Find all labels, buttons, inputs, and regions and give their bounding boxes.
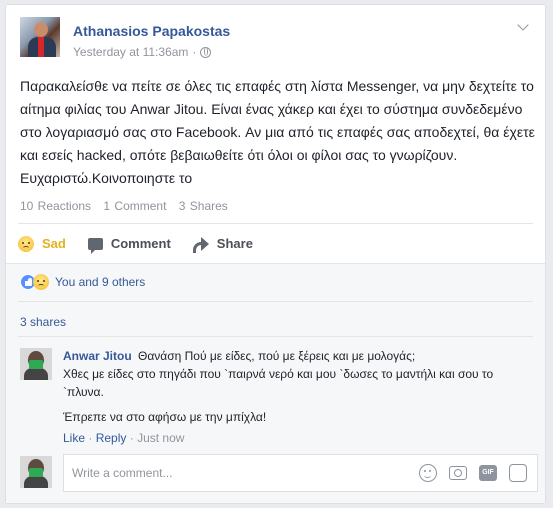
sad-label: Sad [42,236,66,251]
comment-like-link[interactable]: Like [63,431,85,445]
composer-icons: GIF [419,464,527,482]
post-stats: 10 Reactions 1 Comment 3 Shares [20,199,236,213]
comments-count[interactable]: 1 Comment [103,199,166,213]
comment-time[interactable]: Just now [137,431,184,445]
divider [18,223,533,224]
comment-button[interactable]: Comment [87,236,171,254]
sad-icon [18,235,34,252]
comment-line-3: Έπρεπε να στο αφήσω με την μπίχλα! [63,410,267,424]
link-separator: · [88,431,93,445]
post-author-name[interactable]: Athanasios Papakostas [73,23,230,39]
comment: Anwar Jitou Θανάση Πού με είδες, πού με … [63,347,533,426]
emoji-icon[interactable] [419,464,437,482]
action-bar: Sad Comment Share [18,231,275,256]
comment-line-1: Θανάση Πού με είδες, πού με ξέρεις και μ… [138,349,416,363]
shares-link[interactable]: 3 shares [20,315,66,329]
share-button[interactable]: Share [192,236,253,253]
share-label: Share [216,236,253,251]
comment-reply-link[interactable]: Reply [96,431,127,445]
share-icon [192,236,209,253]
author-avatar[interactable] [20,17,60,57]
comment-input-placeholder: Write a comment... [72,466,173,480]
divider [18,336,533,337]
gif-icon[interactable]: GIF [479,465,497,481]
reactions-count[interactable]: 10 Reactions [20,199,91,213]
divider [18,301,533,302]
sad-reaction-button[interactable]: Sad [18,235,66,252]
post-timestamp[interactable]: Yesterday at 11:36am [73,45,188,59]
comment-icon [87,237,103,254]
commenter-avatar[interactable] [20,348,52,380]
sad-icon [33,274,49,290]
post-meta: Yesterday at 11:36am · [73,45,212,59]
reactions-summary-text[interactable]: You and 9 others [55,275,145,289]
sticker-icon[interactable] [509,464,527,482]
comment-line-2: Χθες με είδες στο πηγάδι που `παιρνά νερ… [63,367,494,399]
comment-label: Comment [110,236,171,251]
comment-input[interactable]: Write a comment... GIF [63,454,538,492]
link-separator: · [129,431,134,445]
comment-actions: Like · Reply · Just now [63,431,184,445]
shares-count[interactable]: 3 Shares [179,199,228,213]
globe-icon[interactable] [200,46,212,58]
meta-separator: · [192,45,197,59]
post-card: Athanasios Papakostas Yesterday at 11:36… [5,4,546,504]
post-text: Παρακαλείσθε να πείτε σε όλες τις επαφές… [20,78,535,186]
reactions-summary[interactable]: You and 9 others [20,274,145,290]
camera-icon[interactable] [449,466,467,480]
comment-author[interactable]: Anwar Jitou [63,349,132,363]
chevron-down-icon[interactable] [517,19,531,33]
current-user-avatar [20,456,52,488]
